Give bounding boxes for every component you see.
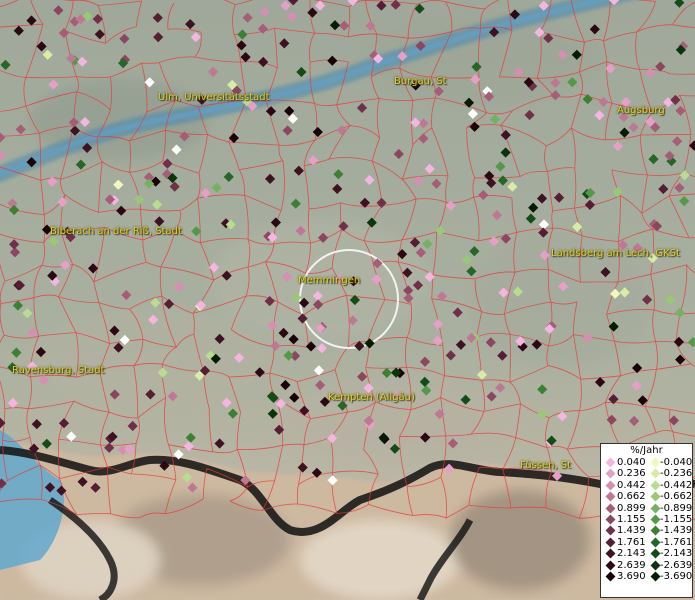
legend-swatch-positive [605, 571, 616, 582]
legend-row: 0.040 -0.040 [601, 457, 692, 468]
legend-label-positive: 0.442 [617, 479, 646, 491]
terrain-basemap [0, 0, 695, 600]
legend-label-negative: -0.899 [660, 502, 693, 514]
legend-row: 1.439 -1.439 [601, 525, 692, 536]
legend-swatch-negative [650, 503, 661, 514]
legend-label-positive: 3.690 [617, 570, 646, 582]
legend-swatch-positive [605, 457, 616, 468]
map-view[interactable]: Ulm, Universitätsstadt Burgau, St Augsbu… [0, 0, 695, 600]
legend-swatch-positive [605, 503, 616, 514]
legend-label-negative: -0.040 [660, 457, 693, 468]
city-label-ulm: Ulm, Universitätsstadt [158, 92, 270, 103]
legend-row: 2.639 -2.639 [601, 560, 692, 571]
legend-swatch-negative [650, 548, 661, 559]
legend-label-positive: 1.439 [617, 525, 646, 537]
legend-swatch-positive [605, 480, 616, 491]
legend-row: 0.442 -0.442 [601, 480, 692, 491]
legend-label-negative: -1.155 [660, 513, 693, 525]
legend-swatch-negative [650, 560, 661, 570]
legend-swatch-negative [650, 537, 661, 548]
legend-label-negative: -0.442 [660, 479, 693, 491]
legend-label-positive: 1.761 [617, 536, 646, 548]
legend-row: 1.761 -1.761 [601, 537, 692, 548]
legend-row: 0.236 -0.236 [601, 468, 692, 479]
legend-label-negative: -1.761 [660, 536, 693, 548]
legend-label-negative: -3.690 [660, 570, 693, 582]
legend-label-negative: -1.439 [660, 525, 693, 537]
legend-label-negative: -0.662 [660, 491, 693, 503]
legend-swatch-positive [605, 525, 616, 536]
legend-row: 2.143 -2.143 [601, 548, 692, 559]
legend-label-positive: 0.899 [617, 502, 646, 514]
legend-swatch-positive [605, 537, 616, 548]
legend-swatch-positive [605, 514, 616, 525]
legend-row: 3.690 -3.690 [601, 571, 692, 582]
legend-label-positive: 1.155 [617, 513, 646, 525]
legend-label-positive: 0.236 [617, 468, 646, 480]
city-label-biberach: Biberach an der Riß, Stadt [50, 226, 182, 237]
legend-swatch-negative [650, 525, 661, 536]
legend-label-positive: 2.143 [617, 548, 646, 560]
legend-swatch-negative [650, 480, 661, 491]
city-label-augsburg: Augsburg [617, 105, 665, 116]
city-label-memmingen: Memmingen [298, 275, 361, 286]
legend-label-negative: -0.236 [660, 468, 693, 480]
legend: %/Jahr 0.040 -0.040 0.236 -0.236 0.442 -0.442… [600, 443, 693, 598]
city-label-fuessen: Füssen, St [520, 460, 572, 471]
legend-swatch-positive [605, 491, 616, 502]
city-label-ravensburg: Ravensburg, Stadt [12, 365, 105, 376]
legend-row: 0.662 -0.662 [601, 491, 692, 502]
legend-label-positive: 0.662 [617, 491, 646, 503]
legend-swatch-positive [605, 548, 616, 559]
legend-swatch-negative [650, 571, 661, 582]
legend-row: 0.899 -0.899 [601, 503, 692, 514]
legend-swatch-negative [650, 491, 661, 502]
legend-swatch-positive [605, 468, 616, 479]
legend-title: %/Jahr [630, 445, 663, 456]
city-label-kempten: Kempten (Allgäu) [328, 392, 415, 403]
city-label-burgau: Burgau, St [394, 76, 447, 87]
city-label-landsberg: Landsberg am Lech, GKSt [551, 248, 680, 259]
legend-swatch-negative [650, 457, 661, 468]
legend-label-negative: -2.639 [660, 559, 693, 571]
legend-label-positive: 2.639 [617, 559, 646, 571]
legend-label-negative: -2.143 [660, 548, 693, 560]
legend-swatch-negative [650, 468, 661, 479]
legend-swatch-positive [605, 560, 616, 570]
legend-label-positive: 0.040 [617, 457, 646, 468]
legend-row: 1.155 -1.155 [601, 514, 692, 525]
legend-swatch-negative [650, 514, 661, 525]
